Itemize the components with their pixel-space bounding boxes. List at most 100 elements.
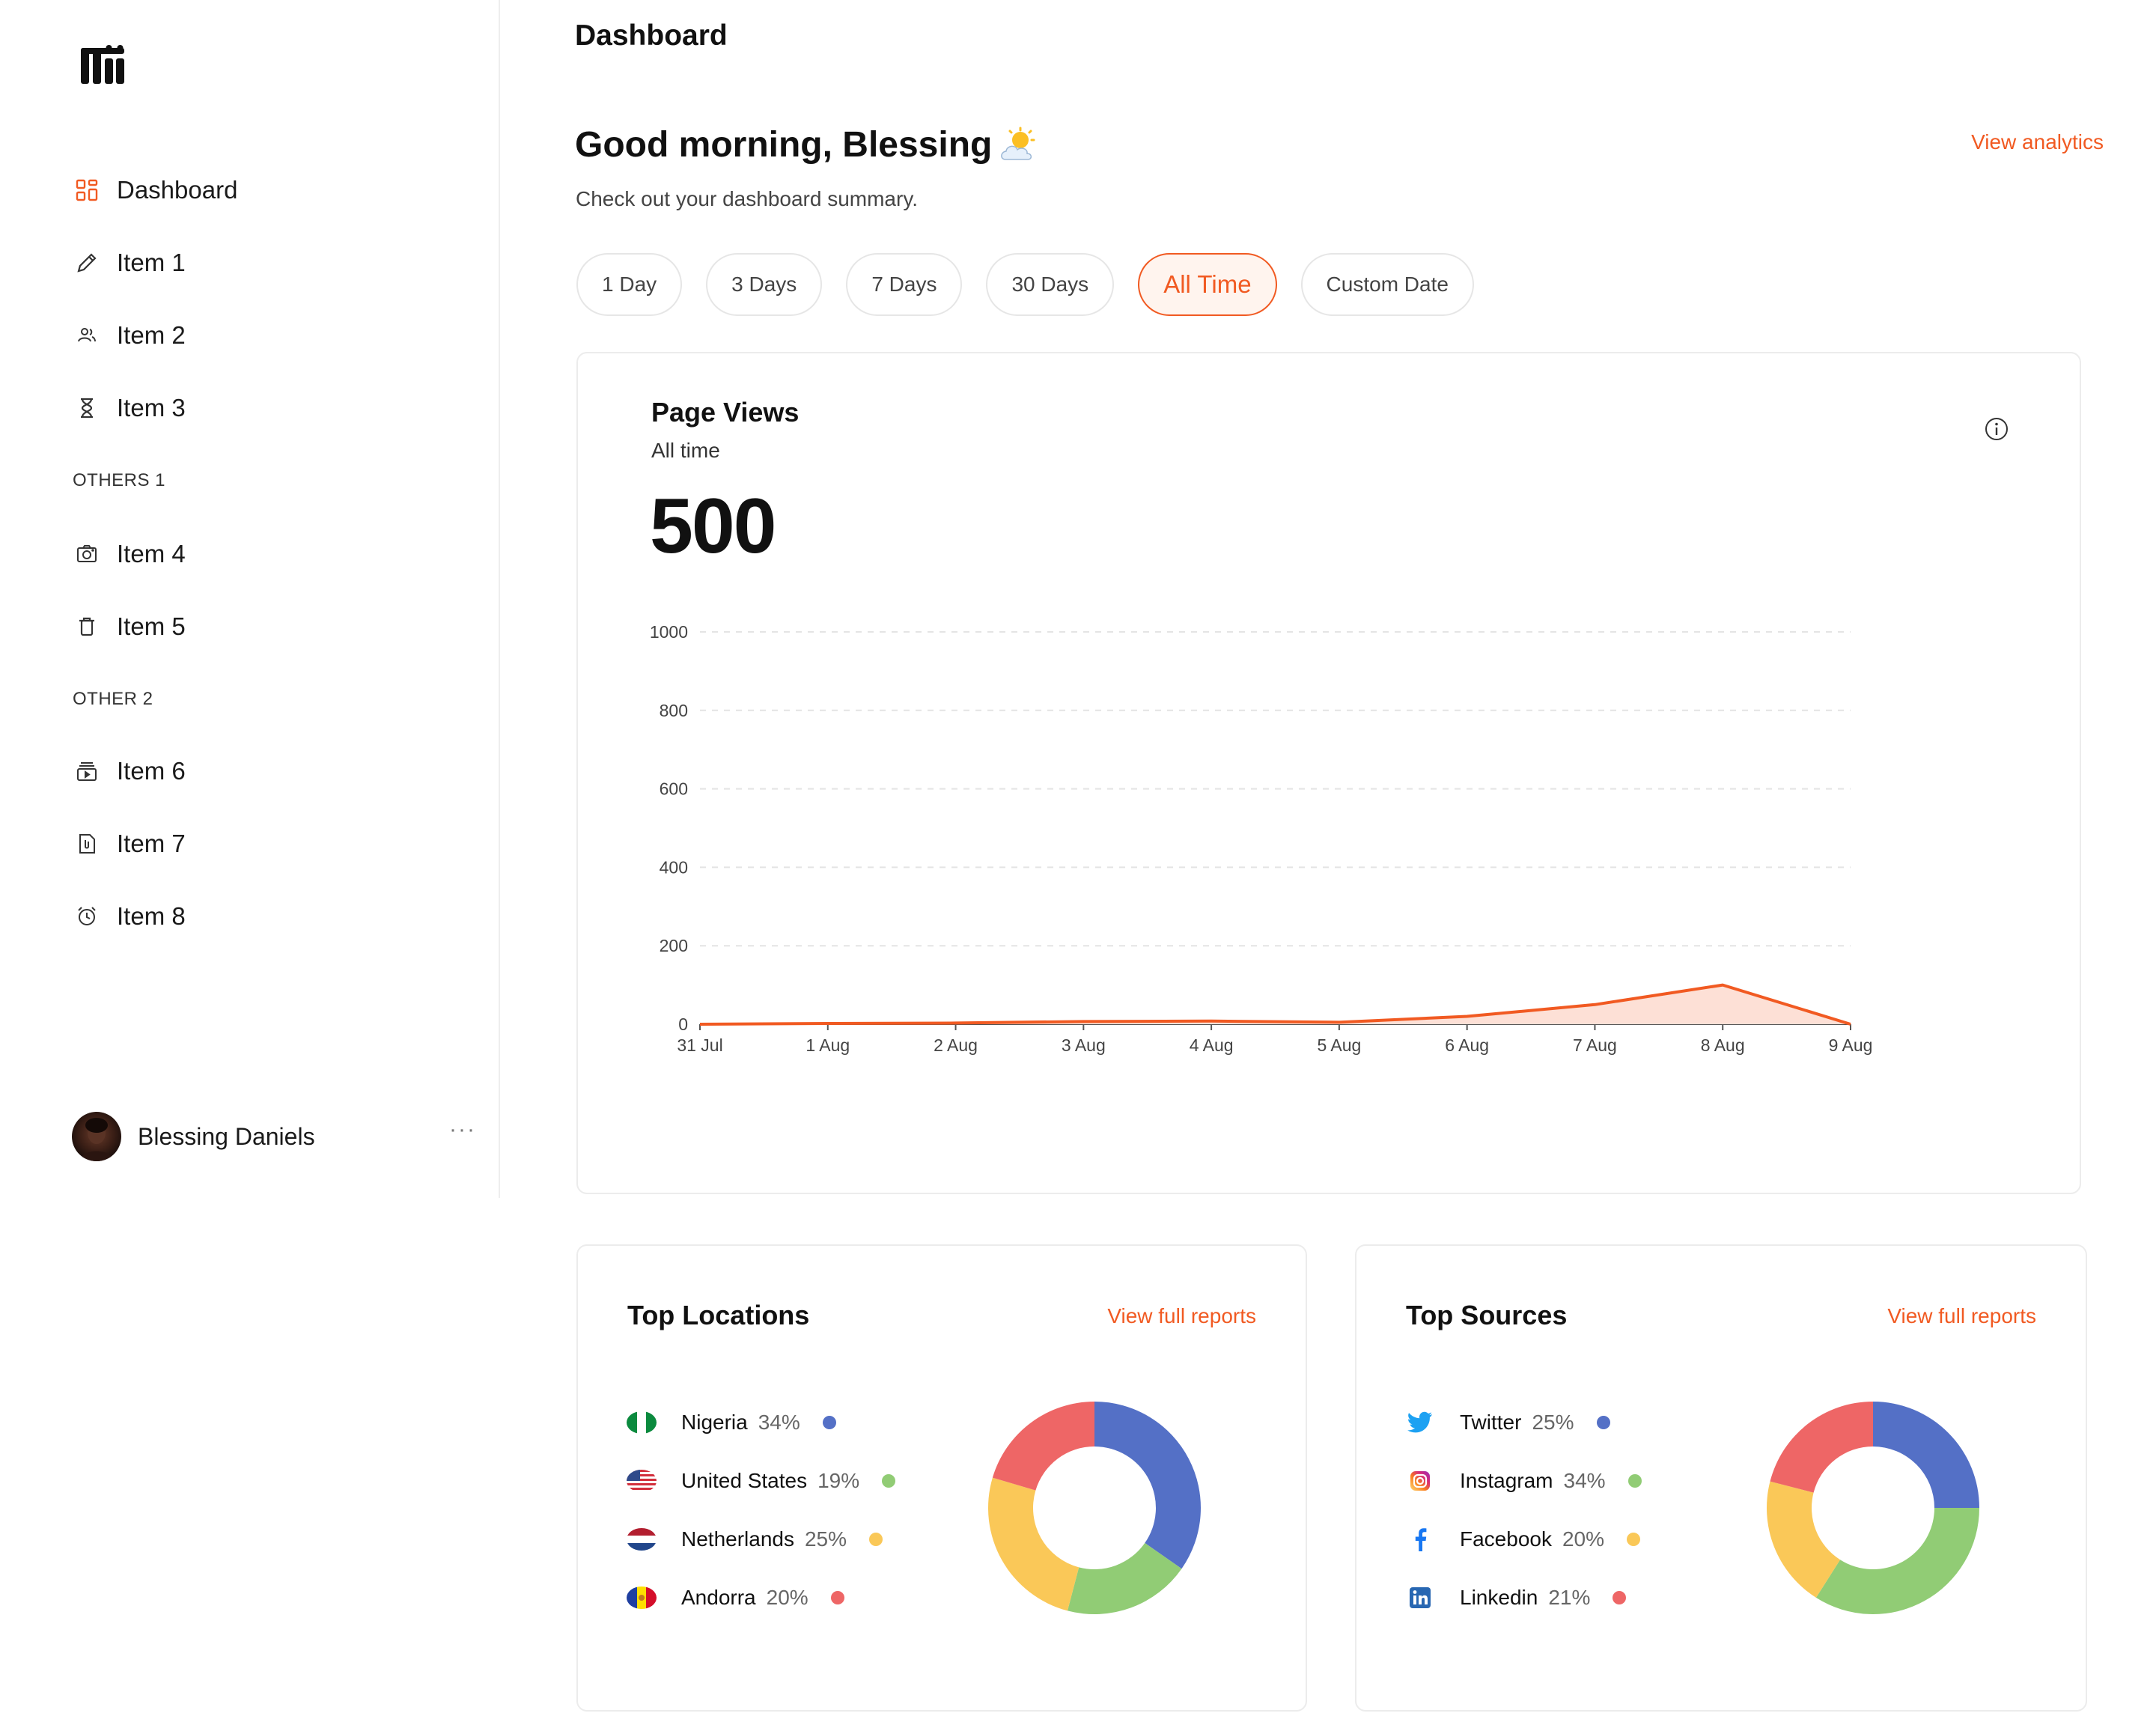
andorra-flag-icon: [626, 1587, 657, 1609]
location-percent: 19%: [817, 1469, 860, 1492]
source-percent: 34%: [1563, 1469, 1606, 1492]
source-name: Twitter: [1460, 1411, 1522, 1434]
filter-30-days[interactable]: 30 Days: [986, 253, 1115, 316]
donut-slice: [1770, 1402, 1873, 1493]
location-name: United States: [681, 1469, 808, 1492]
page-title: Dashboard: [575, 19, 728, 52]
x-tick-label: 7 Aug: [1573, 1035, 1617, 1055]
section-label-others-1: OTHERS 1: [73, 470, 166, 490]
list-item: Twitter 25%: [1404, 1408, 1642, 1438]
users-icon: [72, 320, 102, 350]
pencil-icon: [72, 248, 102, 278]
sidebar-item-label: Item 6: [117, 757, 186, 785]
page-views-title: Page Views: [651, 397, 800, 428]
sidebar-item-1[interactable]: Item 1: [72, 240, 186, 285]
netherlands-flag-icon: [626, 1528, 657, 1551]
sidebar: Dashboard Item 1 Item 2 Item 3 OTHERS 1 …: [0, 0, 500, 1198]
nigeria-flag-icon: [626, 1411, 657, 1434]
greeting-text: Good morning, Blessing: [575, 125, 993, 165]
usa-flag-icon: [626, 1470, 657, 1492]
location-percent: 25%: [804, 1527, 847, 1551]
list-item: Netherlands 25%: [626, 1524, 895, 1554]
view-full-reports-link[interactable]: View full reports: [1107, 1304, 1256, 1328]
sidebar-item-2[interactable]: Item 2: [72, 313, 186, 358]
sidebar-item-6[interactable]: Item 6: [72, 749, 186, 794]
x-tick-label: 1 Aug: [806, 1035, 850, 1055]
legend-dot: [1627, 1533, 1641, 1546]
sources-legend: Twitter 25% Instagram 34% Facebook 20% L…: [1404, 1408, 1642, 1641]
view-full-reports-link[interactable]: View full reports: [1887, 1304, 2036, 1328]
source-percent: 20%: [1562, 1527, 1605, 1551]
avatar[interactable]: [72, 1112, 121, 1161]
y-tick-label: 600: [660, 779, 688, 799]
sidebar-item-label: Item 7: [117, 830, 186, 857]
sidebar-item-label: Item 3: [117, 394, 186, 422]
sidebar-item-5[interactable]: Item 5: [72, 604, 186, 649]
greeting-heading: Good morning, Blessing: [575, 124, 1040, 165]
donut-slice: [988, 1477, 1079, 1611]
sidebar-item-3[interactable]: Item 3: [72, 386, 186, 431]
y-tick-label: 200: [660, 936, 688, 955]
linkedin-icon: [1404, 1587, 1436, 1609]
list-item: United States 19%: [626, 1466, 896, 1496]
page-views-subtitle: All time: [651, 439, 720, 462]
video-library-icon: [72, 756, 102, 786]
trash-icon: [72, 612, 102, 642]
sidebar-item-7[interactable]: Item 7: [72, 821, 186, 866]
locations-donut-chart: [988, 1402, 1201, 1614]
donut-slice: [1873, 1402, 1979, 1508]
filter-all-time[interactable]: All Time: [1138, 253, 1277, 316]
view-analytics-link[interactable]: View analytics: [1971, 130, 2104, 154]
filter-7-days[interactable]: 7 Days: [846, 253, 963, 316]
app-logo[interactable]: [81, 45, 124, 87]
source-name: Facebook: [1460, 1527, 1552, 1551]
sidebar-item-label: Item 4: [117, 540, 186, 568]
more-options-icon[interactable]: ···: [449, 1117, 476, 1143]
greeting-subtitle: Check out your dashboard summary.: [576, 187, 919, 210]
list-item: Andorra 20%: [626, 1583, 895, 1613]
y-tick-label: 1000: [650, 622, 688, 642]
source-name: Instagram: [1460, 1469, 1553, 1492]
x-tick-label: 3 Aug: [1062, 1035, 1106, 1055]
user-profile[interactable]: Blessing Daniels ···: [72, 1111, 476, 1162]
y-tick-label: 400: [660, 857, 688, 877]
donut-slice: [1815, 1508, 1979, 1614]
filter-custom-date[interactable]: Custom Date: [1300, 253, 1474, 316]
user-name: Blessing Daniels: [138, 1122, 315, 1150]
x-tick-label: 5 Aug: [1317, 1035, 1361, 1055]
source-name: Linkedin: [1460, 1586, 1538, 1609]
filter-1-day[interactable]: 1 Day: [576, 253, 683, 316]
list-item: Instagram 34%: [1404, 1466, 1642, 1496]
legend-dot: [830, 1591, 844, 1604]
legend-dot: [1596, 1416, 1610, 1429]
donut-slice: [1094, 1402, 1201, 1569]
top-locations-title: Top Locations: [627, 1300, 810, 1330]
file-attachment-icon: [72, 829, 102, 859]
sidebar-item-dashboard[interactable]: Dashboard: [72, 168, 237, 213]
location-name: Nigeria: [681, 1411, 748, 1434]
alarm-clock-icon: [72, 901, 102, 931]
hourglass-icon: [72, 393, 102, 423]
sidebar-item-8[interactable]: Item 8: [72, 894, 186, 939]
legend-dot: [822, 1416, 836, 1429]
sidebar-item-4[interactable]: Item 4: [72, 532, 186, 577]
location-percent: 34%: [758, 1411, 800, 1434]
sidebar-item-label: Item 8: [117, 902, 186, 930]
legend-dot: [869, 1533, 883, 1546]
location-name: Netherlands: [681, 1527, 794, 1551]
list-item: Nigeria 34%: [626, 1408, 895, 1438]
top-locations-card: Top Locations View full reports Nigeria …: [576, 1244, 1307, 1712]
sidebar-item-label: Dashboard: [117, 176, 238, 204]
filter-3-days[interactable]: 3 Days: [706, 253, 823, 316]
source-percent: 21%: [1548, 1586, 1591, 1609]
sidebar-item-label: Item 5: [117, 612, 186, 640]
page-views-chart: 0 200 400 600 800 1000 31 Jul 1 Aug 2 Aug 3 Aug 4 …: [650, 622, 1873, 1055]
location-percent: 20%: [766, 1586, 808, 1609]
facebook-icon: [1404, 1528, 1436, 1551]
donut-slice: [992, 1402, 1094, 1491]
dashboard-grid-icon: [72, 175, 102, 205]
sun-behind-cloud-icon: [998, 127, 1040, 164]
locations-legend: Nigeria 34% United States 19% Netherland…: [626, 1408, 896, 1641]
info-icon[interactable]: [1984, 416, 2009, 442]
list-item: Linkedin 21%: [1404, 1583, 1642, 1613]
